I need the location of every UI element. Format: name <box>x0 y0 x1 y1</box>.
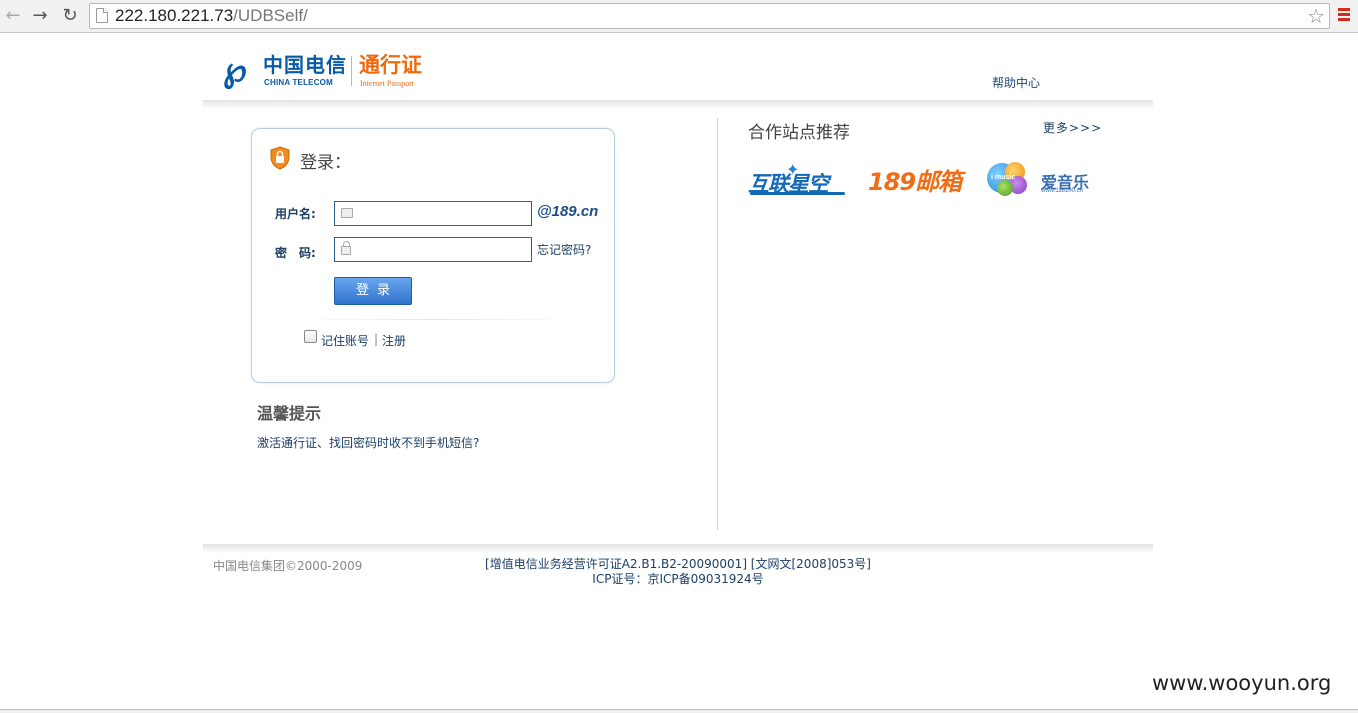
page-icon <box>96 8 108 23</box>
passport-title: 通行证 <box>359 52 422 77</box>
id-card-icon <box>341 208 353 218</box>
forward-arrow-icon[interactable]: → <box>30 6 50 26</box>
browser-menu-icon[interactable] <box>1338 8 1350 22</box>
username-field[interactable] <box>334 201 532 226</box>
copyright-text: 中国电信集团©2000-2009 <box>213 559 363 573</box>
remember-account-checkbox[interactable] <box>304 330 317 343</box>
login-divider <box>296 319 576 320</box>
remember-account-label[interactable]: 记住账号 <box>321 332 369 349</box>
more-partners-link[interactable]: 更多>>> <box>1043 119 1102 136</box>
address-bar[interactable]: 222.180.221.73/UDBSelf/ ☆ <box>89 3 1330 29</box>
partner-hulianxingkong-logo[interactable]: ✦ 互联星空 <box>748 160 848 200</box>
browser-toolbar: ← → ↻ 222.180.221.73/UDBSelf/ ☆ <box>0 0 1358 33</box>
reload-icon[interactable]: ↻ <box>60 6 80 26</box>
tips-title: 温馨提示 <box>257 404 322 423</box>
domain-suffix: @189.cn <box>537 203 599 220</box>
logo-chinese-text: 中国电信 <box>263 53 347 77</box>
sms-help-link[interactable]: 激活通行证、找回密码时收不到手机短信? <box>257 434 479 451</box>
passport-subtitle: Internet Passport <box>360 79 414 88</box>
padlock-icon <box>341 241 351 255</box>
password-label: 密 码: <box>275 246 316 260</box>
icp-link[interactable]: ICP证号：京ICP备09031924号 <box>592 572 763 586</box>
site-header: ℘ 中国电信 CHINA TELECOM 通行证 Internet Passpo… <box>203 33 1153 105</box>
forgot-password-link[interactable]: 忘记密码? <box>537 241 591 258</box>
header-divider-band <box>203 100 1153 108</box>
back-arrow-icon[interactable]: ← <box>3 6 23 26</box>
footer-divider-band <box>203 544 1153 552</box>
username-input[interactable] <box>357 204 527 223</box>
logo-divider <box>351 56 352 86</box>
column-separator <box>717 118 718 530</box>
login-button[interactable]: 登录 <box>334 277 412 305</box>
password-input[interactable] <box>357 240 527 259</box>
partner-imusic-logo[interactable]: i music 爱音乐 www.118100.cn <box>987 160 1097 198</box>
logo-english-text: CHINA TELECOM <box>264 78 333 87</box>
watermark-text: www.wooyun.org <box>1152 671 1332 695</box>
bookmark-star-icon[interactable]: ☆ <box>1307 4 1325 28</box>
china-telecom-logo[interactable]: ℘ 中国电信 CHINA TELECOM 通行证 Internet Passpo… <box>223 53 433 89</box>
help-center-link[interactable]: 帮助中心 <box>992 74 1040 91</box>
link-separator: | <box>374 332 379 346</box>
shield-lock-icon <box>270 146 290 170</box>
license-link[interactable]: [增值电信业务经营许可证A2.B1.B2-20090001] [文网文[2008… <box>485 557 871 571</box>
partner-sites-title: 合作站点推荐 <box>748 123 850 143</box>
telecom-emblem-icon: ℘ <box>223 50 247 90</box>
register-link[interactable]: 注册 <box>382 332 406 349</box>
login-panel: 登录： 用户名: @189.cn 密 码: 忘记密码? 登录 记住账号 | 注册 <box>251 128 615 383</box>
window-bottom-edge <box>0 709 1358 713</box>
username-label: 用户名: <box>275 207 316 221</box>
partner-189mail-logo[interactable]: 189邮箱 <box>868 162 968 196</box>
login-title: 登录： <box>300 153 351 173</box>
license-info: [增值电信业务经营许可证A2.B1.B2-20090001] [文网文[2008… <box>408 557 948 587</box>
password-field[interactable] <box>334 237 532 262</box>
url-text[interactable]: 222.180.221.73/UDBSelf/ <box>115 6 308 26</box>
